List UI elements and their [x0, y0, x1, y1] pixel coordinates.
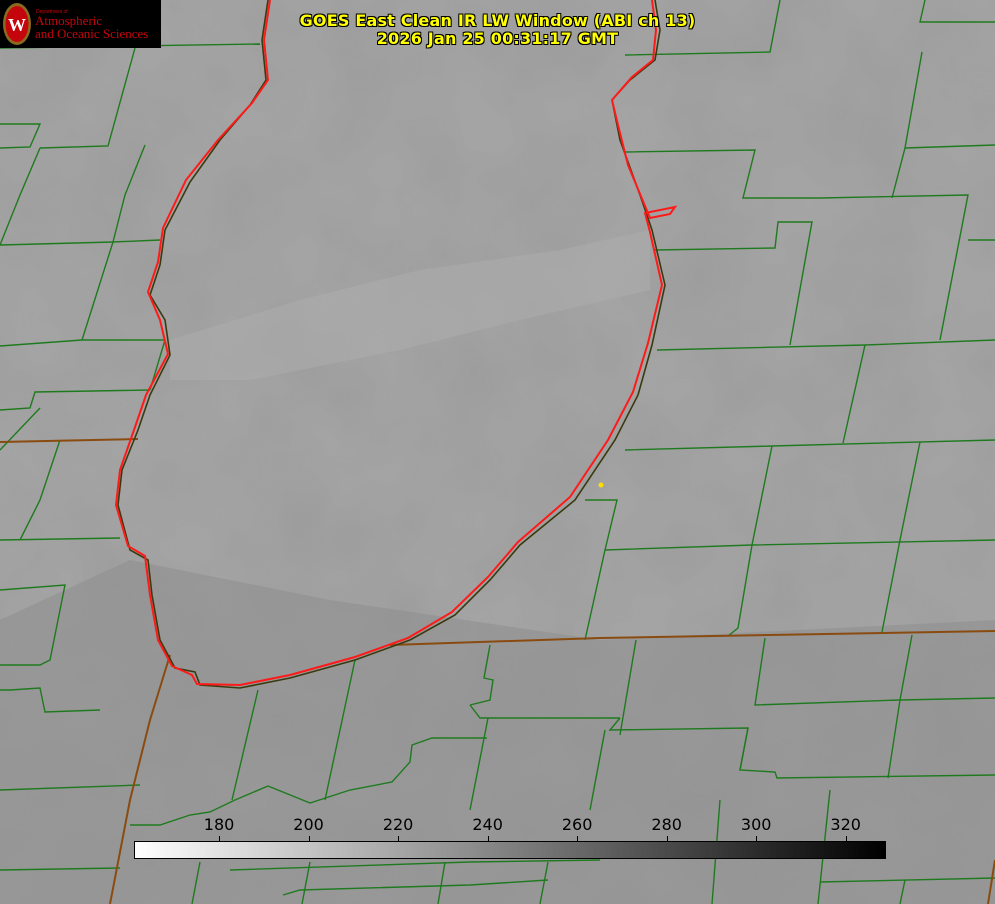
colorbar-tick-mark	[577, 836, 579, 841]
colorbar-tick-label: 240	[472, 815, 503, 834]
colorbar-tick-mark	[398, 836, 400, 841]
image-title: GOES East Clean IR LW Window (ABI ch 13)	[299, 11, 696, 30]
colorbar-tick-mark	[666, 836, 668, 841]
temperature-colorbar	[134, 841, 886, 859]
satellite-map[interactable]	[0, 0, 995, 904]
image-timestamp: 2026 Jan 25 00:31:17 GMT	[376, 29, 619, 48]
colorbar-tick-mark	[756, 836, 758, 841]
city-marker	[598, 482, 604, 488]
colorbar-tick-label: 260	[561, 815, 593, 834]
colorbar-tick-mark	[487, 836, 489, 841]
colorbar-tick-label: 320	[830, 815, 861, 834]
colorbar-tick-label: 200	[293, 815, 324, 834]
colorbar-tick-mark	[308, 836, 310, 841]
colorbar-tick-label: 300	[740, 815, 772, 834]
colorbar-tick-label: 180	[203, 815, 235, 834]
colorbar-tick-label: 220	[382, 815, 414, 834]
colorbar-tick-mark	[845, 836, 847, 841]
colorbar-tick-label: 280	[651, 815, 682, 834]
colorbar-tick-mark	[219, 836, 221, 841]
